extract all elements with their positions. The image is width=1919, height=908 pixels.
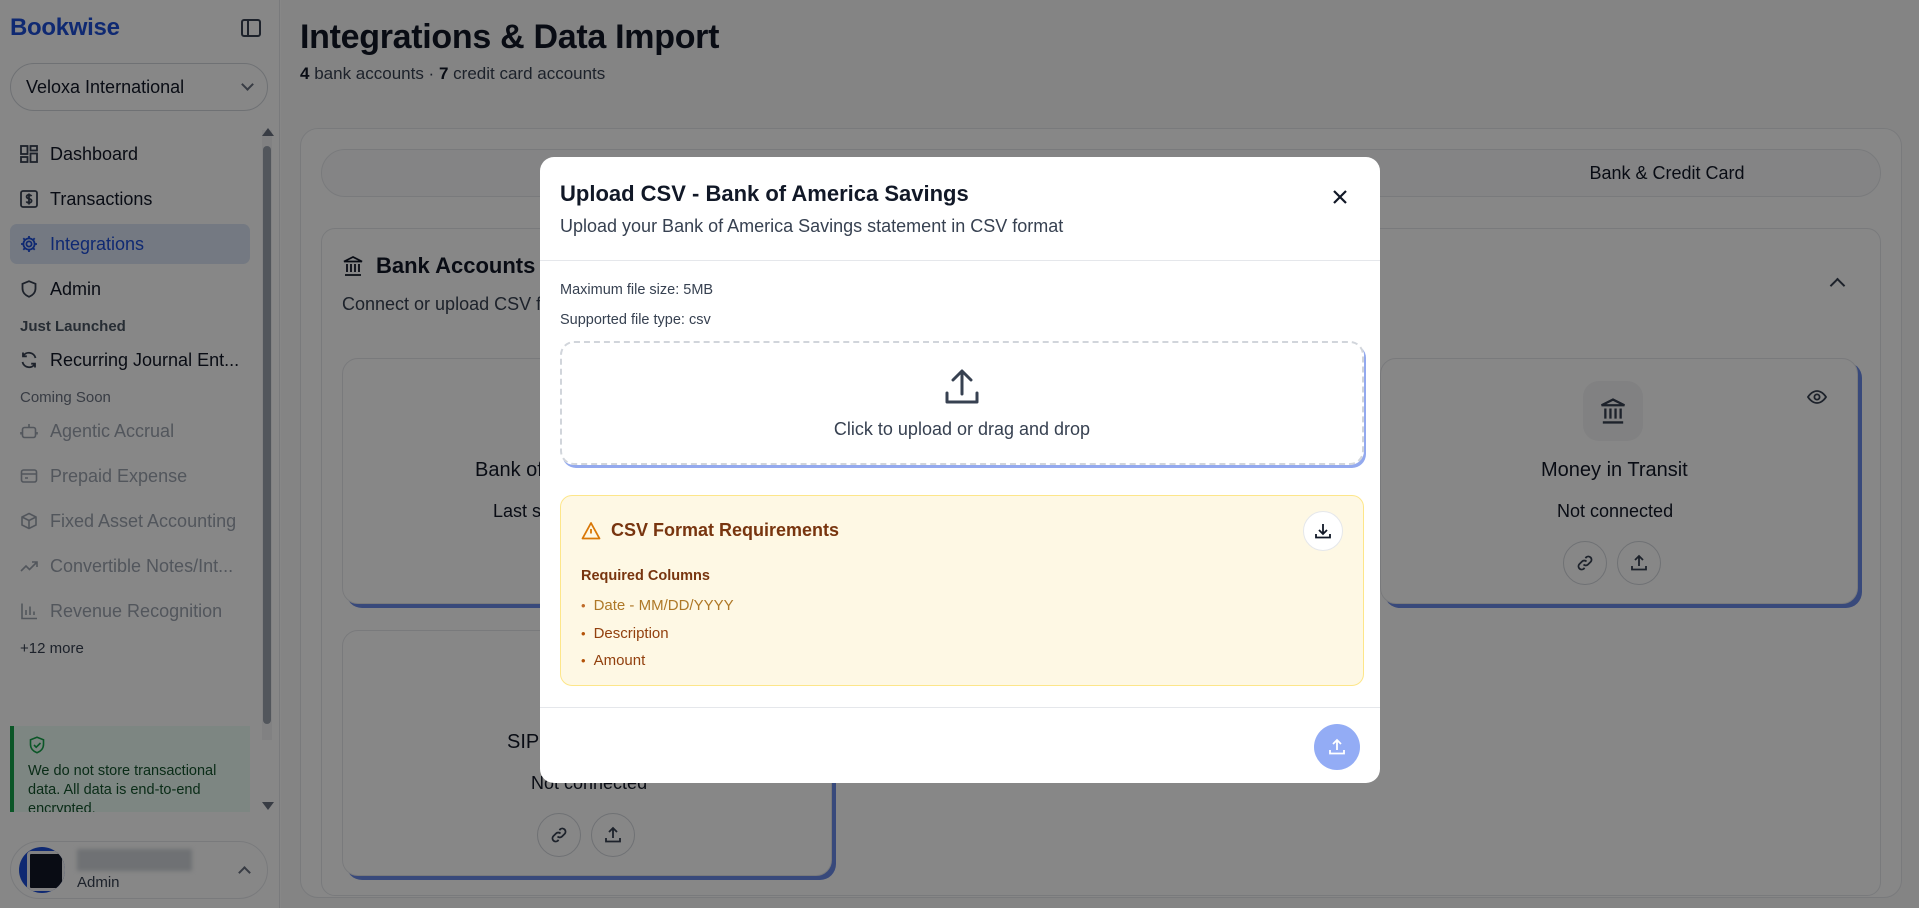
upload-icon	[942, 367, 982, 407]
requirements-header: CSV Format Requirements	[581, 520, 839, 541]
dropzone-text: Click to upload or drag and drop	[833, 418, 1091, 439]
required-columns-label: Required Columns	[581, 568, 710, 584]
file-dropzone[interactable]: Click to upload or drag and drop	[560, 341, 1364, 465]
upload-csv-dialog: Upload CSV - Bank of America Savings Upl…	[540, 157, 1380, 783]
list-item: Description	[581, 620, 734, 648]
csv-requirements-box: CSV Format Requirements Required Columns…	[560, 495, 1364, 686]
download-icon	[1315, 524, 1331, 539]
warning-icon	[581, 521, 601, 541]
download-template-button[interactable]	[1303, 511, 1343, 551]
upload-submit-button[interactable]	[1314, 724, 1360, 770]
list-item: Date - MM/DD/YYYY	[581, 592, 734, 620]
close-icon[interactable]	[1328, 185, 1352, 209]
max-file-size: Maximum file size: 5MB	[560, 282, 714, 298]
dialog-title: Upload CSV - Bank of America Savings	[560, 181, 969, 206]
supported-file-type: Supported file type: csv	[560, 312, 711, 328]
dialog-subtitle: Upload your Bank of America Savings stat…	[560, 216, 1064, 236]
required-columns-list: Date - MM/DD/YYYY Description Amount	[581, 592, 734, 675]
requirements-title: CSV Format Requirements	[611, 520, 840, 540]
upload-icon	[1329, 738, 1345, 755]
list-item: Amount	[581, 647, 734, 675]
dialog-divider	[540, 260, 1380, 261]
dialog-footer-divider	[540, 707, 1380, 708]
